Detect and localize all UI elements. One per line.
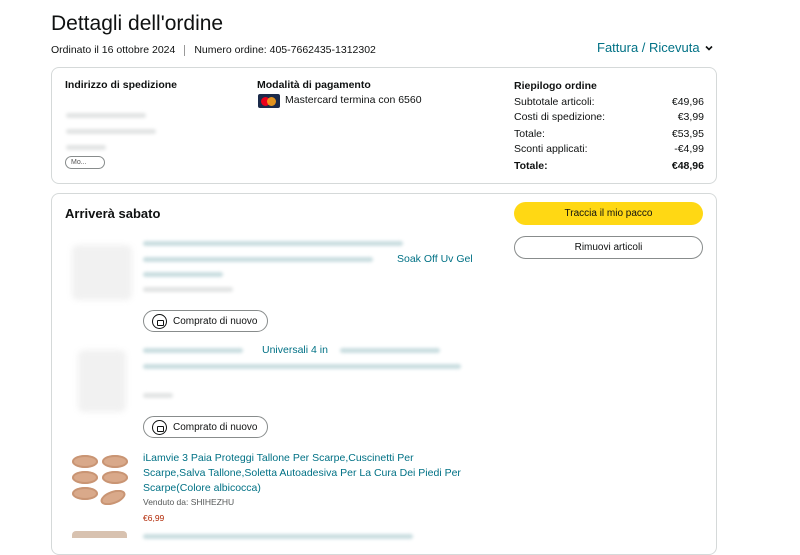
- summary-row: Sconti applicati: -€4,99: [514, 143, 704, 155]
- buy-again-icon: [152, 419, 167, 435]
- product-title-redacted: [143, 364, 461, 369]
- address-more-button[interactable]: Mo...: [65, 156, 105, 169]
- product-title-redacted: [340, 348, 440, 353]
- address-redacted-line: [66, 145, 106, 150]
- order-date: Ordinato il 16 ottobre 2024: [51, 44, 176, 56]
- meta-divider: [184, 44, 186, 56]
- address-redacted-line: [66, 129, 156, 134]
- chevron-down-icon: [705, 45, 713, 51]
- order-number: Numero ordine: 405-7662435-1312302: [194, 44, 376, 56]
- shipping-address-label: Indirizzo di spedizione: [65, 79, 178, 91]
- address-redacted-line: [66, 113, 146, 118]
- page-title: Dettagli dell'ordine: [51, 12, 224, 35]
- product-title[interactable]: iLamvie 3 Paia Proteggi Tallone Per Scar…: [143, 451, 473, 496]
- product-image-partial: [72, 531, 127, 538]
- mastercard-icon: [258, 94, 280, 108]
- summary-grand-total: Totale: €48,96: [514, 160, 704, 172]
- buy-again-button[interactable]: Comprato di nuovo: [143, 416, 268, 438]
- summary-row: Totale: €53,95: [514, 128, 704, 140]
- payment-method-label: Modalità di pagamento: [257, 79, 371, 91]
- summary-row: Costi di spedizione: €3,99: [514, 111, 704, 123]
- summary-row: Subtotale articoli: €49,96: [514, 96, 704, 108]
- arrival-heading: Arriverà sabato: [65, 206, 161, 221]
- product-image-redacted: [72, 245, 132, 300]
- heel-pads-image[interactable]: [70, 451, 130, 513]
- buy-again-button[interactable]: Comprato di nuovo: [143, 310, 268, 332]
- product-title-fragment[interactable]: Universali 4 in: [262, 343, 328, 358]
- track-package-button[interactable]: Traccia il mio pacco: [514, 202, 703, 225]
- remove-items-button[interactable]: Rimuovi articoli: [514, 236, 703, 259]
- order-summary-label: Riepilogo ordine: [514, 80, 597, 92]
- seller-redacted: [143, 287, 233, 292]
- product-title-redacted: [143, 241, 403, 246]
- payment-method-text: Mastercard termina con 6560: [285, 94, 422, 106]
- product-title-redacted: [143, 272, 223, 277]
- order-meta: Ordinato il 16 ottobre 2024 Numero ordin…: [51, 44, 376, 56]
- seller-redacted: [143, 393, 173, 398]
- product-title-redacted: [143, 257, 373, 262]
- product-title-fragment[interactable]: Soak Off Uv Gel: [397, 252, 473, 267]
- product-seller: Venduto da: SHIHEZHU: [143, 497, 235, 507]
- invoice-label: Fattura / Ricevuta: [597, 40, 700, 55]
- product-title-redacted: [143, 348, 243, 353]
- buy-again-icon: [152, 313, 167, 329]
- product-image-redacted: [78, 350, 126, 412]
- invoice-dropdown[interactable]: Fattura / Ricevuta: [597, 40, 714, 55]
- product-title-redacted: [143, 534, 413, 539]
- product-price: €6,99: [143, 513, 165, 523]
